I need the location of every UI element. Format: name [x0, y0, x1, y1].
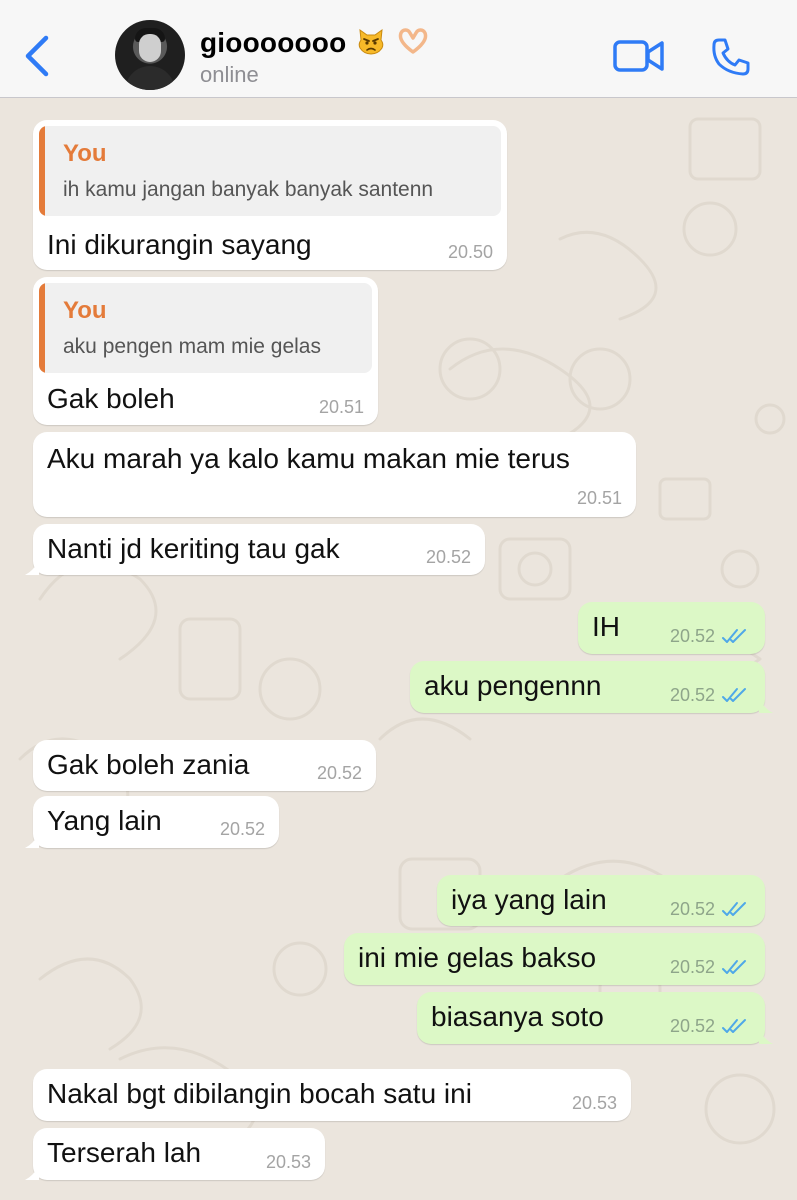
message-text: Yang lain: [47, 805, 162, 836]
chat-header: giooooooo online: [0, 0, 797, 98]
message-list[interactable]: You ih kamu jangan banyak banyak santenn…: [0, 99, 797, 1200]
message-time: 20.53: [265, 1152, 311, 1172]
voice-call-button[interactable]: [710, 36, 752, 78]
message-time: 20.52: [669, 685, 715, 705]
message-time: 20.52: [316, 763, 362, 783]
message-bubble-incoming[interactable]: Gak boleh zania 20.52: [33, 740, 376, 791]
read-receipt-icon: [722, 629, 746, 643]
contact-status: online: [200, 62, 259, 87]
bubble-tail: [759, 699, 773, 713]
message-bubble-incoming[interactable]: Aku marah ya kalo kamu makan mie terus 2…: [33, 432, 636, 517]
message-bubble-outgoing[interactable]: IH 20.52: [578, 602, 765, 654]
quote-author: You: [63, 140, 107, 167]
quote-bar: [39, 126, 45, 216]
message-time: 20.52: [219, 819, 265, 839]
video-camera-icon: [613, 40, 664, 72]
message-text: Nakal bgt dibilangin bocah satu ini: [47, 1078, 472, 1109]
message-text: iya yang lain: [451, 884, 607, 915]
message-text: IH: [592, 611, 620, 642]
read-receipt-icon: [722, 960, 746, 974]
message-text: ini mie gelas bakso: [358, 942, 597, 973]
read-receipt-icon: [722, 688, 746, 702]
message-time: 20.52: [669, 899, 715, 919]
quote-text: ih kamu jangan banyak banyak santenn: [63, 178, 434, 201]
pouting-cat-icon: [359, 28, 384, 55]
bubble-tail: [25, 1166, 39, 1180]
message-time: 20.51: [318, 397, 364, 417]
message-bubble-outgoing[interactable]: ini mie gelas bakso 20.52: [344, 933, 765, 985]
message-bubble-incoming[interactable]: Nakal bgt dibilangin bocah satu ini 20.5…: [33, 1069, 631, 1121]
message-time: 20.52: [669, 957, 715, 977]
message-text: Terserah lah: [47, 1137, 202, 1168]
message-bubble-incoming[interactable]: You ih kamu jangan banyak banyak santenn…: [33, 120, 507, 270]
message-text: Nanti jd keriting tau gak: [47, 533, 340, 564]
message-bubble-incoming[interactable]: You aku pengen mam mie gelas Gak boleh 2…: [33, 277, 378, 425]
quoted-message[interactable]: You aku pengen mam mie gelas: [39, 283, 372, 373]
message-text: Gak boleh zania: [47, 749, 250, 780]
message-bubble-incoming[interactable]: Terserah lah 20.53: [25, 1128, 325, 1180]
message-text: biasanya soto: [431, 1001, 604, 1032]
message-time: 20.51: [576, 488, 622, 508]
contact-name: giooooooo: [200, 27, 347, 58]
message-time: 20.50: [447, 242, 493, 262]
message-bubble-incoming[interactable]: Nanti jd keriting tau gak 20.52: [25, 524, 485, 575]
message-bubble-outgoing[interactable]: aku pengennn 20.52: [410, 661, 773, 713]
message-bubble-outgoing[interactable]: iya yang lain 20.52: [437, 875, 765, 926]
back-button[interactable]: [20, 34, 54, 78]
read-receipt-icon: [722, 1019, 746, 1033]
message-bubble-outgoing[interactable]: biasanya soto 20.52: [417, 992, 773, 1044]
bubble-tail: [25, 561, 39, 575]
video-call-button[interactable]: [612, 38, 666, 74]
quoted-message[interactable]: You ih kamu jangan banyak banyak santenn: [39, 126, 501, 216]
message-bubble-incoming[interactable]: Yang lain 20.52: [25, 796, 279, 848]
quote-text: aku pengen mam mie gelas: [63, 335, 321, 358]
read-receipt-icon: [722, 902, 746, 916]
phone-icon: [712, 38, 750, 76]
message-text: aku pengennn: [424, 670, 602, 701]
bubble-tail: [759, 1030, 773, 1044]
message-text: Ini dikurangin sayang: [47, 229, 312, 260]
quote-author: You: [63, 297, 107, 324]
message-text: Gak boleh: [47, 383, 175, 414]
contact-avatar[interactable]: [115, 20, 185, 90]
contact-name-row[interactable]: giooooooo: [200, 26, 430, 59]
message-time: 20.52: [669, 626, 715, 646]
quote-bar: [39, 283, 45, 373]
message-time: 20.52: [425, 547, 471, 567]
message-text: Aku marah ya kalo kamu makan mie terus: [47, 443, 570, 474]
chevron-left-icon: [25, 35, 49, 77]
message-time: 20.52: [669, 1016, 715, 1036]
bubble-tail: [25, 834, 39, 848]
message-time: 20.53: [571, 1093, 617, 1113]
heart-hands-icon: [399, 28, 428, 54]
